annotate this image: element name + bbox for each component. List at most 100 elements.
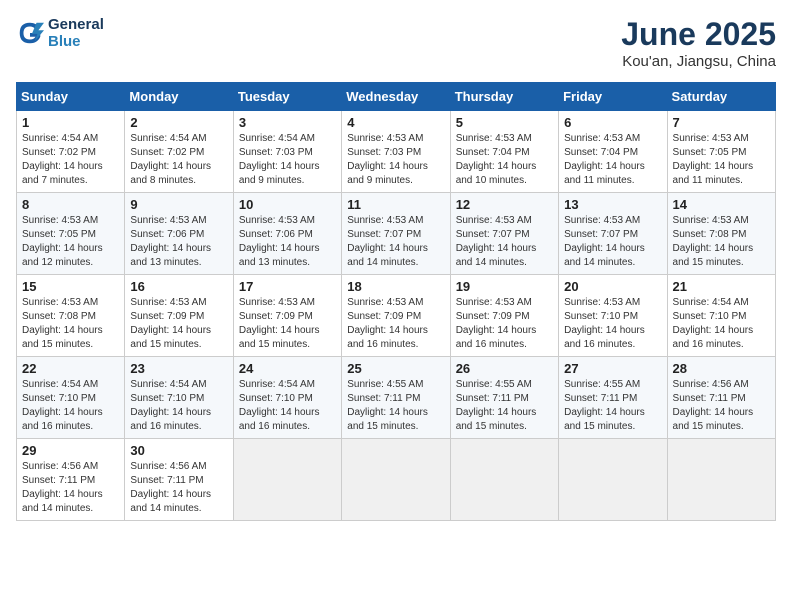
- calendar-cell: [233, 439, 341, 521]
- col-monday: Monday: [125, 83, 233, 111]
- day-number: 10: [239, 197, 336, 212]
- day-info: Sunrise: 4:53 AMSunset: 7:08 PMDaylight:…: [22, 296, 119, 352]
- day-info: Sunrise: 4:53 AMSunset: 7:07 PMDaylight:…: [347, 214, 444, 270]
- col-sunday: Sunday: [17, 83, 125, 111]
- day-info: Sunrise: 4:53 AMSunset: 7:08 PMDaylight:…: [673, 214, 770, 270]
- day-number: 14: [673, 197, 770, 212]
- day-info: Sunrise: 4:54 AMSunset: 7:02 PMDaylight:…: [22, 132, 119, 188]
- day-info: Sunrise: 4:54 AMSunset: 7:10 PMDaylight:…: [130, 378, 227, 434]
- calendar-cell: 15 Sunrise: 4:53 AMSunset: 7:08 PMDaylig…: [17, 275, 125, 357]
- day-number: 12: [456, 197, 553, 212]
- day-info: Sunrise: 4:53 AMSunset: 7:04 PMDaylight:…: [564, 132, 661, 188]
- day-number: 11: [347, 197, 444, 212]
- col-tuesday: Tuesday: [233, 83, 341, 111]
- day-info: Sunrise: 4:55 AMSunset: 7:11 PMDaylight:…: [347, 378, 444, 434]
- day-number: 1: [22, 115, 119, 130]
- day-info: Sunrise: 4:53 AMSunset: 7:10 PMDaylight:…: [564, 296, 661, 352]
- calendar-cell: 26 Sunrise: 4:55 AMSunset: 7:11 PMDaylig…: [450, 357, 558, 439]
- day-info: Sunrise: 4:53 AMSunset: 7:03 PMDaylight:…: [347, 132, 444, 188]
- day-info: Sunrise: 4:53 AMSunset: 7:09 PMDaylight:…: [239, 296, 336, 352]
- day-info: Sunrise: 4:53 AMSunset: 7:07 PMDaylight:…: [456, 214, 553, 270]
- calendar-week-row: 15 Sunrise: 4:53 AMSunset: 7:08 PMDaylig…: [17, 275, 776, 357]
- day-number: 18: [347, 279, 444, 294]
- day-number: 7: [673, 115, 770, 130]
- calendar-cell: [450, 439, 558, 521]
- day-number: 25: [347, 361, 444, 376]
- calendar-table: Sunday Monday Tuesday Wednesday Thursday…: [16, 82, 776, 521]
- day-number: 13: [564, 197, 661, 212]
- day-number: 24: [239, 361, 336, 376]
- calendar-cell: 21 Sunrise: 4:54 AMSunset: 7:10 PMDaylig…: [667, 275, 775, 357]
- day-info: Sunrise: 4:54 AMSunset: 7:02 PMDaylight:…: [130, 132, 227, 188]
- day-info: Sunrise: 4:53 AMSunset: 7:09 PMDaylight:…: [347, 296, 444, 352]
- day-info: Sunrise: 4:53 AMSunset: 7:06 PMDaylight:…: [239, 214, 336, 270]
- calendar-cell: 28 Sunrise: 4:56 AMSunset: 7:11 PMDaylig…: [667, 357, 775, 439]
- calendar-cell: 4 Sunrise: 4:53 AMSunset: 7:03 PMDayligh…: [342, 111, 450, 193]
- day-info: Sunrise: 4:53 AMSunset: 7:09 PMDaylight:…: [456, 296, 553, 352]
- day-info: Sunrise: 4:54 AMSunset: 7:10 PMDaylight:…: [239, 378, 336, 434]
- calendar-cell: 12 Sunrise: 4:53 AMSunset: 7:07 PMDaylig…: [450, 193, 558, 275]
- logo-text: General Blue: [48, 16, 104, 50]
- day-number: 3: [239, 115, 336, 130]
- day-number: 30: [130, 443, 227, 458]
- calendar-cell: 17 Sunrise: 4:53 AMSunset: 7:09 PMDaylig…: [233, 275, 341, 357]
- day-info: Sunrise: 4:54 AMSunset: 7:03 PMDaylight:…: [239, 132, 336, 188]
- calendar-cell: 6 Sunrise: 4:53 AMSunset: 7:04 PMDayligh…: [559, 111, 667, 193]
- calendar-cell: 27 Sunrise: 4:55 AMSunset: 7:11 PMDaylig…: [559, 357, 667, 439]
- calendar-cell: 16 Sunrise: 4:53 AMSunset: 7:09 PMDaylig…: [125, 275, 233, 357]
- day-info: Sunrise: 4:56 AMSunset: 7:11 PMDaylight:…: [130, 460, 227, 516]
- day-number: 15: [22, 279, 119, 294]
- calendar-cell: 29 Sunrise: 4:56 AMSunset: 7:11 PMDaylig…: [17, 439, 125, 521]
- title-block: June 2025 Kou'an, Jiangsu, China: [621, 16, 776, 70]
- day-info: Sunrise: 4:53 AMSunset: 7:04 PMDaylight:…: [456, 132, 553, 188]
- logo-icon: [16, 19, 44, 47]
- day-info: Sunrise: 4:53 AMSunset: 7:05 PMDaylight:…: [673, 132, 770, 188]
- day-info: Sunrise: 4:55 AMSunset: 7:11 PMDaylight:…: [456, 378, 553, 434]
- day-number: 16: [130, 279, 227, 294]
- day-number: 26: [456, 361, 553, 376]
- calendar-week-row: 1 Sunrise: 4:54 AMSunset: 7:02 PMDayligh…: [17, 111, 776, 193]
- calendar-week-row: 22 Sunrise: 4:54 AMSunset: 7:10 PMDaylig…: [17, 357, 776, 439]
- calendar-week-row: 8 Sunrise: 4:53 AMSunset: 7:05 PMDayligh…: [17, 193, 776, 275]
- calendar-cell: 7 Sunrise: 4:53 AMSunset: 7:05 PMDayligh…: [667, 111, 775, 193]
- day-number: 27: [564, 361, 661, 376]
- calendar-cell: 19 Sunrise: 4:53 AMSunset: 7:09 PMDaylig…: [450, 275, 558, 357]
- day-number: 29: [22, 443, 119, 458]
- day-number: 20: [564, 279, 661, 294]
- calendar-cell: 18 Sunrise: 4:53 AMSunset: 7:09 PMDaylig…: [342, 275, 450, 357]
- day-number: 19: [456, 279, 553, 294]
- col-wednesday: Wednesday: [342, 83, 450, 111]
- calendar-cell: 8 Sunrise: 4:53 AMSunset: 7:05 PMDayligh…: [17, 193, 125, 275]
- calendar-title: June 2025: [621, 16, 776, 53]
- day-info: Sunrise: 4:54 AMSunset: 7:10 PMDaylight:…: [22, 378, 119, 434]
- day-number: 4: [347, 115, 444, 130]
- calendar-cell: [559, 439, 667, 521]
- day-number: 8: [22, 197, 119, 212]
- day-number: 9: [130, 197, 227, 212]
- day-info: Sunrise: 4:53 AMSunset: 7:05 PMDaylight:…: [22, 214, 119, 270]
- calendar-cell: 5 Sunrise: 4:53 AMSunset: 7:04 PMDayligh…: [450, 111, 558, 193]
- calendar-header-row: Sunday Monday Tuesday Wednesday Thursday…: [17, 83, 776, 111]
- calendar-cell: 2 Sunrise: 4:54 AMSunset: 7:02 PMDayligh…: [125, 111, 233, 193]
- calendar-cell: 11 Sunrise: 4:53 AMSunset: 7:07 PMDaylig…: [342, 193, 450, 275]
- calendar-cell: 14 Sunrise: 4:53 AMSunset: 7:08 PMDaylig…: [667, 193, 775, 275]
- day-info: Sunrise: 4:54 AMSunset: 7:10 PMDaylight:…: [673, 296, 770, 352]
- day-info: Sunrise: 4:56 AMSunset: 7:11 PMDaylight:…: [22, 460, 119, 516]
- day-number: 28: [673, 361, 770, 376]
- day-info: Sunrise: 4:53 AMSunset: 7:06 PMDaylight:…: [130, 214, 227, 270]
- day-info: Sunrise: 4:53 AMSunset: 7:07 PMDaylight:…: [564, 214, 661, 270]
- col-saturday: Saturday: [667, 83, 775, 111]
- calendar-cell: 10 Sunrise: 4:53 AMSunset: 7:06 PMDaylig…: [233, 193, 341, 275]
- calendar-cell: 13 Sunrise: 4:53 AMSunset: 7:07 PMDaylig…: [559, 193, 667, 275]
- day-number: 21: [673, 279, 770, 294]
- day-number: 5: [456, 115, 553, 130]
- calendar-cell: 20 Sunrise: 4:53 AMSunset: 7:10 PMDaylig…: [559, 275, 667, 357]
- col-friday: Friday: [559, 83, 667, 111]
- page-header: General Blue June 2025 Kou'an, Jiangsu, …: [16, 16, 776, 70]
- calendar-week-row: 29 Sunrise: 4:56 AMSunset: 7:11 PMDaylig…: [17, 439, 776, 521]
- calendar-cell: 24 Sunrise: 4:54 AMSunset: 7:10 PMDaylig…: [233, 357, 341, 439]
- calendar-cell: 1 Sunrise: 4:54 AMSunset: 7:02 PMDayligh…: [17, 111, 125, 193]
- day-number: 23: [130, 361, 227, 376]
- calendar-cell: 23 Sunrise: 4:54 AMSunset: 7:10 PMDaylig…: [125, 357, 233, 439]
- calendar-cell: 25 Sunrise: 4:55 AMSunset: 7:11 PMDaylig…: [342, 357, 450, 439]
